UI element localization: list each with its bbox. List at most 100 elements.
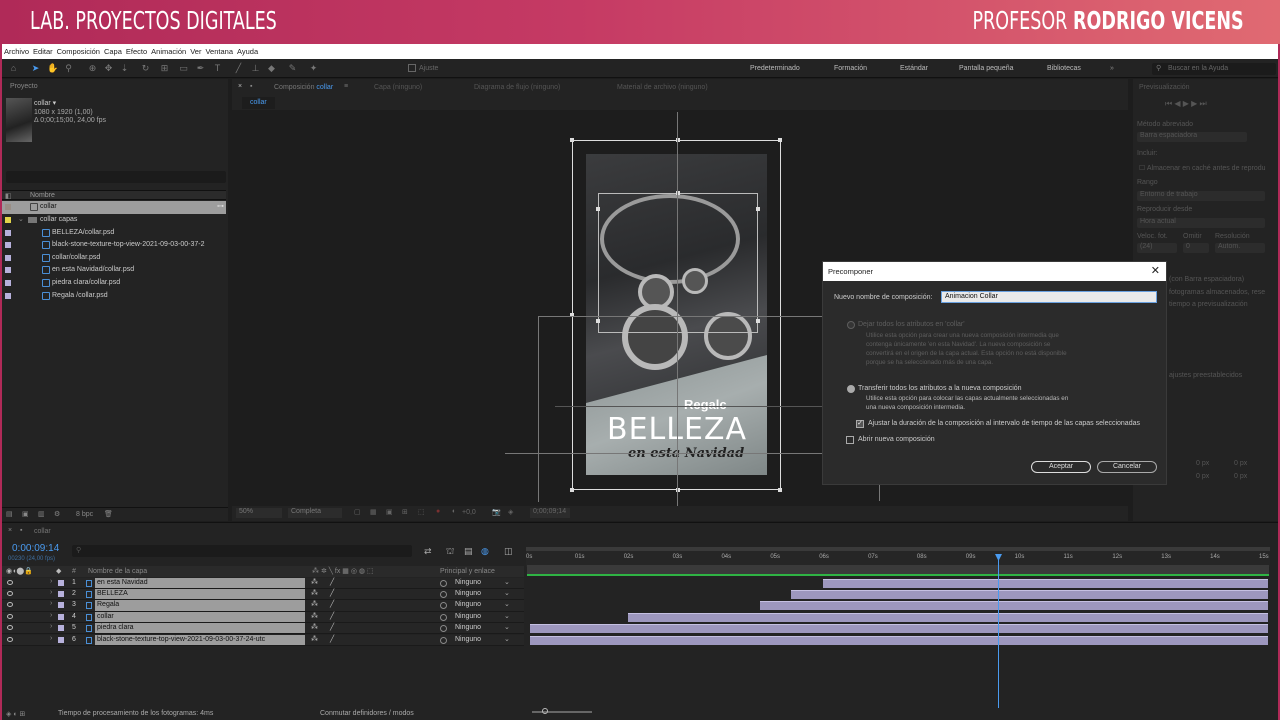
shy-icon[interactable]: ▤ [464,546,473,557]
layer-label-swatch[interactable] [58,613,64,620]
orbit-camera-icon[interactable]: ⊕ [87,63,98,73]
transform-handle[interactable] [756,319,760,323]
current-time-display[interactable]: 0;00;09;14 [530,508,570,518]
parent-header[interactable]: Principal y enlace [440,568,495,575]
settings-icon[interactable]: ⚙ [54,510,60,518]
chevron-down-icon[interactable]: ⌄ [504,623,510,631]
menu-ver[interactable]: Ver [190,47,201,56]
pen-tool-icon[interactable]: ✒ [195,63,206,73]
pick-whip-icon[interactable] [440,602,447,610]
project-item-name[interactable]: collar ▾ [34,99,56,107]
collar-layer-bounds[interactable] [598,193,758,333]
expand-triangle-icon[interactable]: › [50,600,52,607]
transform-handle[interactable] [778,138,782,142]
layer-row[interactable]: › 2 BELLEZA ⁂ ╱ Ninguno ⌄ [2,588,524,601]
composition-name-field[interactable]: Animacion Collar [941,291,1157,303]
snap-checkbox[interactable] [408,64,416,72]
toggle-switches-modes[interactable]: Conmutar definidores / modos [320,710,414,717]
open-new-comp-checkbox[interactable] [846,436,854,444]
visibility-eye-icon[interactable] [7,602,13,608]
option-leave-attributes-radio[interactable] [847,321,855,329]
motion-blur-icon[interactable]: ◍ [481,546,489,557]
quality-switch-icon[interactable]: ╱ [330,612,334,620]
quality-switch-icon[interactable]: ╱ [330,600,334,608]
layer-duration-bar[interactable] [759,601,1268,611]
layer-row[interactable]: › 6 black-stone-texture-top-view-2021-09-0… [2,634,524,646]
current-time-indicator[interactable] [998,556,1000,708]
eraser-tool-icon[interactable]: ◆ [266,63,277,73]
menu-editar[interactable]: Editar [33,47,53,56]
home-icon[interactable]: ⌂ [8,63,19,73]
breadcrumb-collar[interactable]: collar [242,97,275,109]
layer-duration-bar[interactable] [627,612,1268,622]
chevron-down-icon[interactable]: ⌄ [504,612,510,620]
shy-switch-icon[interactable]: ⁂ [311,600,318,608]
rotate-tool-icon[interactable]: ↻ [140,63,151,73]
brush-tool-icon[interactable]: ╱ [233,63,244,73]
current-timecode[interactable]: 0:00:09:14 [12,543,59,554]
time-ruler[interactable] [526,547,1270,567]
lock-icon[interactable]: ▪ [250,83,252,90]
expand-triangle-icon[interactable]: › [50,578,52,585]
transform-handle[interactable] [596,207,600,211]
work-area-bar[interactable] [527,565,1269,574]
layer-name[interactable]: black-stone-texture-top-view-2021-09-03-… [95,634,305,645]
exposure-value[interactable]: +0,0 [462,509,476,516]
visibility-eye-icon[interactable] [7,613,13,619]
shy-switch-icon[interactable]: ⁂ [311,589,318,597]
transparency-grid-icon[interactable]: ▦ [370,508,377,516]
menu-capa[interactable]: Capa [104,47,122,56]
resolution-select-preview[interactable]: Autom. [1215,243,1265,253]
quality-switch-icon[interactable]: ╱ [330,589,334,597]
zoom-tool-icon[interactable]: ⚲ [63,63,74,73]
layer-label-swatch[interactable] [58,579,64,586]
menu-ayuda[interactable]: Ayuda [237,47,258,56]
av-switches-icon[interactable]: ◉◖⬤🔒 [6,567,33,575]
ok-button[interactable]: Aceptar [1031,461,1091,473]
show-snapshot-icon[interactable]: ◈ [508,508,513,516]
project-tab[interactable]: Proyecto [10,83,38,90]
status-icons[interactable]: ◈ ◐ ⊞ [6,710,25,718]
tab-composicion[interactable]: Composición collar [274,84,333,91]
adjust-duration-checkbox[interactable]: ✓ [856,420,864,428]
layer-duration-bar[interactable] [530,624,1268,634]
px-value-4[interactable]: 0 px [1234,473,1247,480]
layer-label-swatch[interactable] [58,590,64,597]
px-value-1[interactable]: 0 px [1196,460,1209,467]
comp-mini-flowchart-icon[interactable]: ⇄ [424,546,432,557]
quality-switch-icon[interactable]: ╱ [330,623,334,631]
layer-duration-bar[interactable] [530,635,1268,645]
shy-switch-icon[interactable]: ⁂ [311,623,318,631]
help-search-input[interactable]: ⚲ Buscar en la Ayuda [1152,63,1276,75]
menu-ventana[interactable]: Ventana [205,47,233,56]
project-row[interactable]: Regala /collar.psd [2,290,226,303]
puppet-pin-icon[interactable]: ✦ [308,63,319,73]
layer-label-swatch[interactable] [58,602,64,609]
roto-brush-icon[interactable]: ✎ [287,63,298,73]
clone-stamp-icon[interactable]: ⊥ [250,63,261,73]
chevron-down-icon[interactable]: ⌄ [504,589,510,597]
magnification-select[interactable]: 50% [236,508,282,518]
hand-tool-icon[interactable]: ✋ [47,63,58,73]
workspace-formacion[interactable]: Formación [834,65,867,72]
graph-editor-icon[interactable]: ◫ [504,546,513,557]
interpret-footage-icon[interactable]: ▤ [6,510,13,518]
bit-depth-label[interactable]: 8 bpc [76,511,93,518]
text-tool-icon[interactable]: T [212,63,223,73]
chevron-down-icon[interactable]: ⌄ [504,578,510,586]
layer-row[interactable]: › 4 collar ⁂ ╱ Ninguno ⌄ [2,611,524,624]
visibility-eye-icon[interactable] [7,636,13,642]
region-of-interest-icon[interactable]: ▢ [354,508,361,516]
pick-whip-icon[interactable] [440,625,447,633]
pick-whip-icon[interactable] [440,636,447,644]
layer-duration-bar[interactable] [791,589,1268,599]
cancel-button[interactable]: Cancelar [1097,461,1157,473]
layer-name[interactable]: piedra clara [95,623,305,634]
layer-search-input[interactable]: ⚲ [72,545,412,557]
shy-switch-icon[interactable]: ⁂ [311,578,318,586]
time-navigator[interactable] [526,547,1270,551]
guides-icon[interactable]: ⊞ [402,508,408,516]
visibility-eye-icon[interactable] [7,590,13,596]
range-select[interactable]: Entorno de trabajo [1137,191,1265,201]
project-row[interactable]: collar/collar.psd [2,252,226,265]
